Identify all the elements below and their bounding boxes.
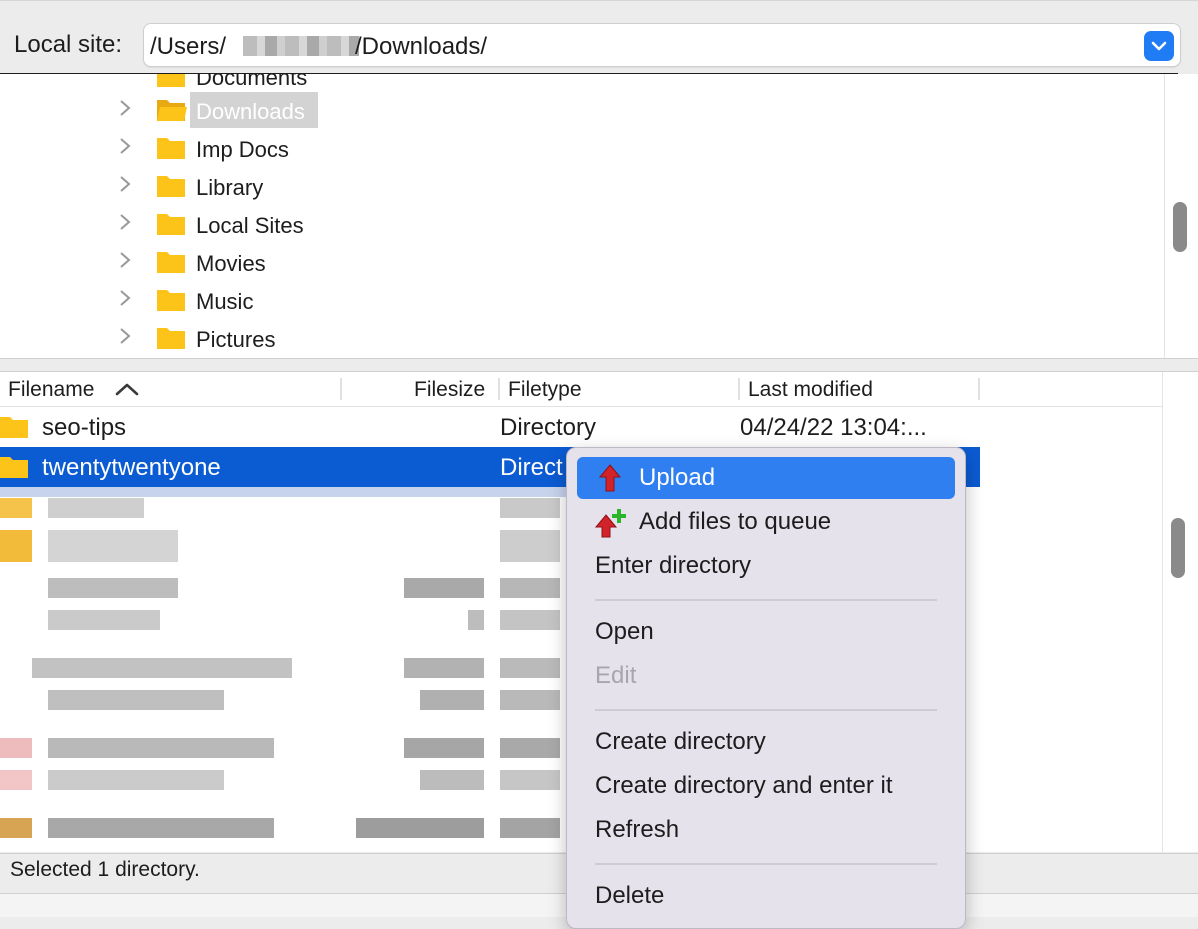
column-separator[interactable] [978,378,980,400]
local-site-label: Local site: [14,31,123,58]
upload-arrow-icon [595,463,625,498]
folder-icon [156,210,186,241]
menu-item-open[interactable]: Open [577,611,955,653]
tree-item-movies[interactable]: Movies [0,242,1160,280]
local-site-bar: Local site: /Users/ /Downloads/ [0,0,1198,75]
menu-item-create-directory-and-enter[interactable]: Create directory and enter it [577,765,955,807]
menu-item-create-directory[interactable]: Create directory [577,721,955,763]
tree-item-label: Downloads [196,99,305,124]
folder-icon [156,324,186,355]
sort-ascending-chevron-icon[interactable] [114,381,140,402]
folder-icon [0,413,30,444]
pane-divider[interactable] [0,358,1198,372]
tree-item-label: Documents [196,74,308,90]
menu-item-enter-directory[interactable]: Enter directory [577,545,955,587]
menu-separator [595,863,937,865]
local-site-path-combo[interactable]: /Users/ /Downloads/ [143,23,1181,67]
tree-item-pictures[interactable]: Pictures [0,318,1160,356]
folder-icon [156,172,186,203]
tree-item-label: Movies [196,251,266,276]
menu-item-refresh[interactable]: Refresh [577,809,955,851]
chevron-right-icon[interactable] [118,212,132,237]
local-directory-tree[interactable]: Documents Downloads Imp Docs Library Loc… [0,74,1164,358]
scrollbar-thumb[interactable] [1173,202,1187,252]
scrollbar-thumb[interactable] [1171,518,1185,578]
menu-item-add-files-to-queue[interactable]: Add files to queue [577,501,955,543]
column-header-filetype[interactable]: Filetype [508,378,582,402]
folder-icon [156,286,186,317]
menu-separator [595,709,937,711]
chevron-right-icon[interactable] [118,288,132,313]
tree-item-label: Pictures [196,327,276,352]
file-type: Direct [500,454,563,481]
path-suffix: /Downloads/ [355,33,488,60]
menu-item-label: Enter directory [595,552,752,579]
tree-item-label: Library [196,175,264,200]
context-menu: Upload Add files to queue Enter director… [566,447,966,929]
tree-item-imp-docs[interactable]: Imp Docs [0,128,1160,166]
tree-item-music[interactable]: Music [0,280,1160,318]
menu-item-label: Open [595,618,654,645]
chevron-right-icon[interactable] [118,250,132,275]
add-to-queue-icon [594,507,629,544]
file-list-scrollbar[interactable] [1162,372,1198,852]
chevron-right-icon[interactable] [118,326,132,351]
menu-item-delete[interactable]: Delete [577,875,955,917]
tree-item-label: Local Sites [196,213,304,238]
file-row-seo-tips[interactable]: seo-tips Directory 04/24/22 13:04:... [0,407,1162,447]
path-prefix: /Users/ [150,33,227,60]
file-type: Directory [500,414,597,441]
drag-ghost-shadow [0,487,570,497]
menu-item-upload[interactable]: Upload [577,457,955,499]
tree-item-library[interactable]: Library [0,166,1160,204]
tree-item-downloads[interactable]: Downloads [0,90,1160,128]
column-separator[interactable] [340,378,342,400]
folder-icon [156,134,186,165]
menu-item-edit: Edit [577,655,955,697]
menu-item-label: Edit [595,662,637,689]
folder-icon [156,248,186,279]
folder-open-icon [156,96,188,127]
tree-item-label: Music [196,289,254,314]
menu-item-label: Add files to queue [639,508,832,535]
status-text: Selected 1 directory. [10,858,200,881]
menu-item-label: Create directory and enter it [595,772,893,799]
menu-item-label: Create directory [595,728,766,755]
tree-scrollbar[interactable] [1164,74,1198,358]
file-list-header: Filename Filesize Filetype Last modified [0,372,1162,407]
chevron-right-icon[interactable] [118,136,132,161]
menu-separator [595,599,937,601]
menu-item-label: Upload [639,464,716,491]
file-modified: 04/24/22 13:04:... [740,414,927,441]
chevron-right-icon[interactable] [118,174,132,199]
column-header-filename[interactable]: Filename [8,378,94,402]
chevron-right-icon[interactable] [118,98,132,123]
menu-item-label: Delete [595,882,665,909]
redacted-username [243,36,359,56]
column-header-filesize[interactable]: Filesize [414,378,485,402]
chevron-down-icon[interactable] [1144,31,1174,61]
tree-item-local-sites[interactable]: Local Sites [0,204,1160,242]
folder-icon [0,453,30,484]
file-name: twentytwentyone [42,454,221,481]
column-header-last-modified[interactable]: Last modified [748,378,873,402]
column-separator[interactable] [738,378,740,400]
menu-item-label: Refresh [595,816,680,843]
tree-item-label: Imp Docs [196,137,289,162]
file-name: seo-tips [42,414,127,441]
column-separator[interactable] [498,378,500,400]
